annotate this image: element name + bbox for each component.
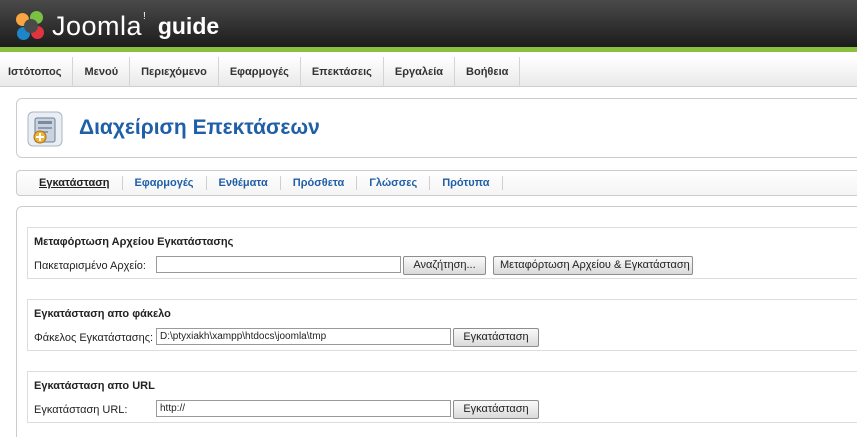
install-url-section: Εγκατάσταση απο URL Εγκατάσταση URL: Εγκ… — [27, 371, 857, 423]
tab-components[interactable]: Εφαρμογές — [123, 176, 207, 190]
tab-install[interactable]: Εγκατάσταση — [27, 176, 123, 190]
menu-item-content[interactable]: Περιεχόμενο — [130, 57, 219, 87]
directory-section-title: Εγκατάσταση απο φάκελο — [34, 308, 171, 320]
page-title-panel: Διαχείριση Επεκτάσεων — [16, 98, 857, 158]
tab-languages[interactable]: Γλώσσες — [357, 176, 431, 190]
url-label: Εγκατάσταση URL: — [34, 404, 128, 416]
url-section-title: Εγκατάσταση απο URL — [34, 380, 155, 392]
package-file-label: Πακεταρισμένο Αρχείο: — [34, 260, 146, 272]
tab-modules[interactable]: Ενθέματα — [207, 176, 281, 190]
brand-text: Joomla — [52, 10, 143, 41]
menu-item-extensions[interactable]: Επεκτάσεις — [301, 57, 384, 87]
install-panel: Μεταφόρτωση Αρχείου Εγκατάστασης Πακεταρ… — [16, 206, 857, 437]
brand-tm: ! — [143, 10, 146, 22]
brand-guide-text: guide — [157, 12, 220, 39]
upload-section-title: Μεταφόρτωση Αρχείου Εγκατάστασης — [34, 236, 234, 248]
menu-item-tools[interactable]: Εργαλεία — [384, 57, 456, 87]
menu-item-menus[interactable]: Μενού — [73, 57, 131, 87]
directory-label: Φάκελος Εγκατάστασης: — [34, 332, 154, 344]
tab-templates[interactable]: Πρότυπα — [430, 176, 503, 190]
url-input[interactable] — [156, 400, 451, 417]
browse-button[interactable]: Αναζήτηση... — [403, 256, 486, 275]
tab-plugins[interactable]: Πρόσθετα — [281, 176, 358, 190]
package-file-input[interactable] — [156, 256, 401, 273]
main-menubar: Ιστότοπος Μενού Περιεχόμενο Εφαρμογές Επ… — [0, 57, 857, 87]
upload-install-button[interactable]: Μεταφόρτωση Αρχείου & Εγκατάσταση — [493, 256, 693, 275]
install-directory-button[interactable]: Εγκατάσταση — [453, 328, 539, 347]
extension-manager-icon — [27, 111, 63, 147]
top-header: Joomla ! guide — [0, 0, 857, 52]
extensions-submenu: Εγκατάσταση Εφαρμογές Ενθέματα Πρόσθετα … — [16, 170, 857, 196]
directory-input[interactable] — [156, 328, 451, 345]
install-url-button[interactable]: Εγκατάσταση — [453, 400, 539, 419]
upload-package-section: Μεταφόρτωση Αρχείου Εγκατάστασης Πακεταρ… — [27, 227, 857, 279]
menu-item-site[interactable]: Ιστότοπος — [0, 57, 74, 87]
page-title: Διαχείριση Επεκτάσεων — [79, 116, 320, 139]
menu-item-components[interactable]: Εφαρμογές — [219, 57, 301, 87]
joomla-logo[interactable]: Joomla ! guide — [14, 8, 219, 44]
menu-item-help[interactable]: Βοήθεια — [455, 57, 521, 87]
joomla-logo-mark-icon — [14, 9, 48, 43]
install-directory-section: Εγκατάσταση απο φάκελο Φάκελος Εγκατάστα… — [27, 299, 857, 351]
